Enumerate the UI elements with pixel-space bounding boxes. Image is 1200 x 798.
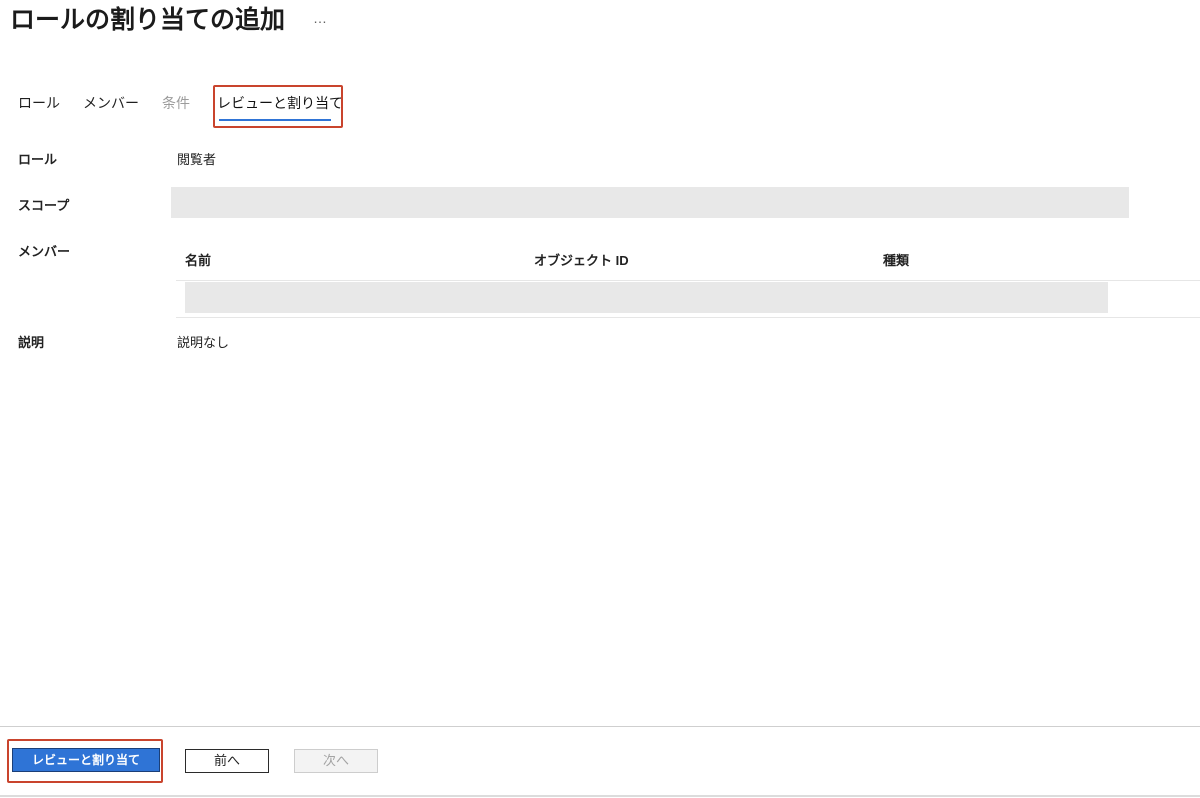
page-title: ロールの割り当ての追加 [10,6,286,34]
table-row-redacted [185,282,1108,313]
column-header-type: 種類 [883,253,910,268]
previous-button[interactable]: 前へ [185,749,269,773]
bottom-edge [0,795,1200,797]
role-label: ロール [18,152,58,167]
table-row-divider [176,317,1200,318]
next-button[interactable]: 次へ [294,749,378,773]
scope-value-redacted [171,187,1129,218]
column-header-name: 名前 [185,253,212,268]
tab-members[interactable]: メンバー [83,93,139,113]
role-value: 閲覧者 [177,152,217,167]
table-header-divider [176,280,1200,281]
scope-label: スコープ [18,198,70,213]
description-label: 説明 [18,335,45,350]
tab-role[interactable]: ロール [18,93,60,113]
review-assign-button[interactable]: レビューと割り当て [12,748,160,772]
description-value: 説明なし [177,335,230,350]
tab-conditions[interactable]: 条件 [162,93,190,113]
members-label: メンバー [18,244,71,259]
footer-divider [0,726,1200,727]
more-actions-icon[interactable]: … [313,8,328,28]
column-header-object-id: オブジェクト ID [534,253,629,268]
tab-selected-indicator [219,119,331,121]
tab-review-assign[interactable]: レビューと割り当て [217,93,343,113]
